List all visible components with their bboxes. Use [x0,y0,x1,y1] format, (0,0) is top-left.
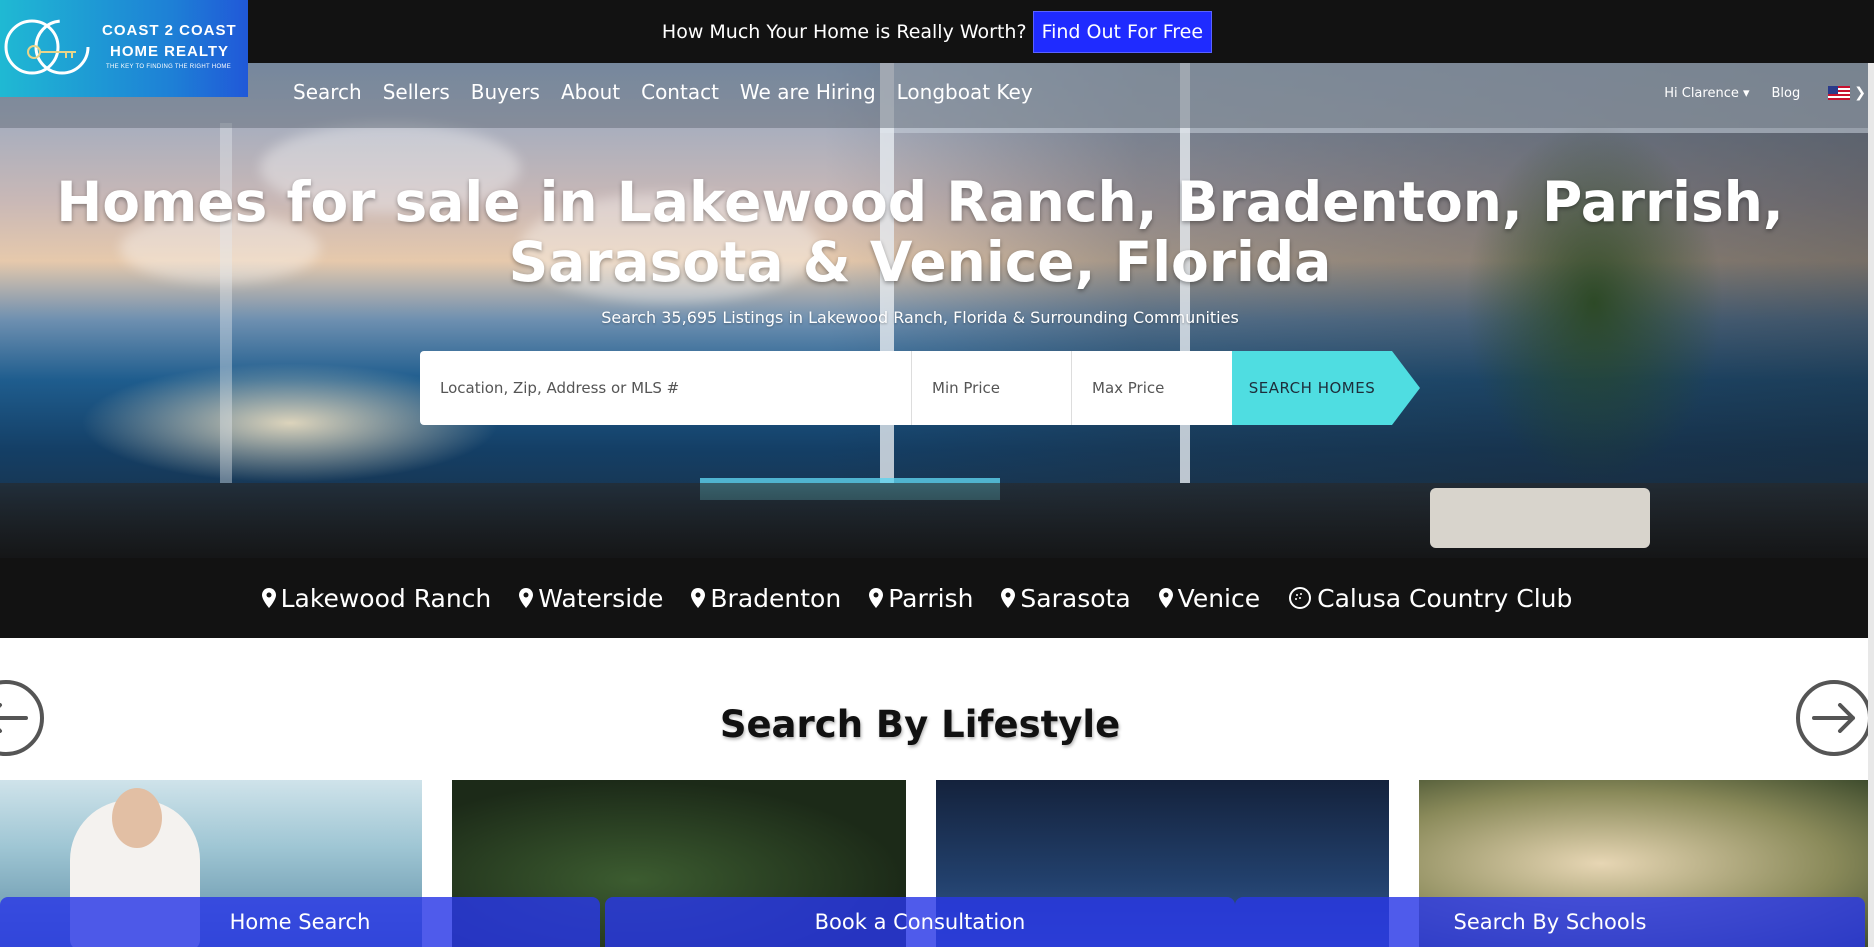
nav-links: Search Sellers Buyers About Contact We a… [293,80,1033,104]
person-face [112,788,162,848]
nav-contact[interactable]: Contact [641,80,719,104]
nav-hiring[interactable]: We are Hiring [740,80,876,104]
city-link-calusa-country-club[interactable]: Calusa Country Club [1288,584,1572,613]
search-form: Location, Zip, Address or MLS # Min Pric… [420,351,1420,425]
city-link-lakewood-ranch[interactable]: Lakewood Ranch [261,583,492,613]
city-label: Calusa Country Club [1317,583,1573,613]
city-label: Waterside [538,583,664,613]
city-label: Sarasota [1020,583,1131,613]
nav-about[interactable]: About [561,80,620,104]
city-link-bradenton[interactable]: Bradenton [691,584,841,613]
city-label: Bradenton [710,583,842,613]
city-link-venice[interactable]: Venice [1158,583,1261,613]
user-menu[interactable]: Hi Clarence ▾ [1664,86,1749,101]
nav-sellers[interactable]: Sellers [383,80,450,104]
nav-buyers[interactable]: Buyers [471,80,540,104]
logo-key-icon [4,19,90,75]
city-link-parrish[interactable]: Parrish [869,584,973,613]
max-price-input[interactable]: Max Price [1072,351,1232,425]
hero-headline: Homes for sale in Lakewood Ranch, Braden… [56,170,1784,294]
lifestyle-title: Search By Lifestyle [719,703,1121,746]
city-label: Venice [1177,583,1261,613]
logo-line2: HOME REALTY [110,43,230,60]
site-logo[interactable]: COAST 2 COAST HOME REALTY THE KEY TO FIN… [0,0,248,97]
nav-search[interactable]: Search [293,80,362,104]
main-nav: Search Sellers Buyers About Contact We a… [0,63,1874,128]
book-consultation-button[interactable]: Book a Consultation [605,897,1235,947]
find-out-button[interactable]: Find Out For Free [1032,10,1213,53]
promo-bar: How Much Your Home is Really Worth? Find… [0,0,1874,63]
map-pin-icon [869,588,884,608]
map-pin-icon [1001,588,1016,608]
city-label: Parrish [888,583,974,613]
action-bar: Home Search Book a Consultation Search B… [0,897,1874,947]
logo-tagline: THE KEY TO FINDING THE RIGHT HOME [106,64,232,70]
nav-blog[interactable]: Blog [1772,86,1801,101]
location-input[interactable]: Location, Zip, Address or MLS # [420,351,912,425]
arrow-right-icon [1812,703,1855,733]
nav-right: Hi Clarence ▾ Blog ❯ [1664,85,1874,101]
city-bar: Lakewood Ranch Waterside Bradenton Parri… [0,558,1874,638]
us-flag-icon[interactable] [1828,86,1851,100]
min-price-input[interactable]: Min Price [912,351,1072,425]
golf-ball-icon [1288,586,1312,610]
carousel-next-button[interactable] [1796,680,1872,756]
map-pin-icon [691,588,706,608]
page-scrollbar[interactable] [1868,63,1874,947]
map-pin-icon [1158,588,1173,608]
chevron-down-icon[interactable]: ❯ [1854,85,1866,101]
user-name: Hi Clarence [1664,85,1739,101]
city-link-waterside[interactable]: Waterside [519,584,663,613]
map-pin-icon [519,588,534,608]
hero-subheadline: Search 35,695 Listings in Lakewood Ranch… [601,308,1239,327]
search-homes-button[interactable]: SEARCH HOMES [1232,351,1420,425]
search-by-schools-button[interactable]: Search By Schools [1235,897,1865,947]
logo-line1: COAST 2 COAST [102,22,237,39]
city-label: Lakewood Ranch [280,583,492,613]
nav-longboat-key[interactable]: Longboat Key [897,80,1033,104]
city-link-sarasota[interactable]: Sarasota [1001,583,1131,613]
map-pin-icon [261,588,276,608]
home-search-button[interactable]: Home Search [0,897,600,947]
promo-text: How Much Your Home is Really Worth? [661,20,1027,43]
